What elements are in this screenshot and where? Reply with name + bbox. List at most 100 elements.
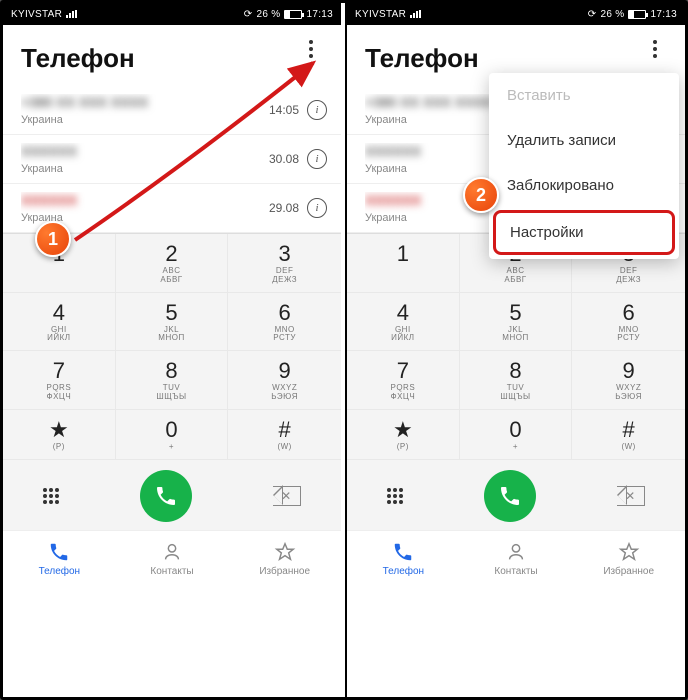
keypad-toggle-icon[interactable] bbox=[43, 488, 59, 504]
dialpad-key-4[interactable]: 4GHIИЙКЛ bbox=[3, 293, 116, 352]
info-icon[interactable]: i bbox=[307, 198, 327, 218]
carrier-label: KYIVSTAR bbox=[11, 9, 62, 20]
dialpad-key-4[interactable]: 4GHIИЙКЛ bbox=[347, 293, 460, 352]
call-region: Украина bbox=[21, 114, 269, 126]
menu-delete-records[interactable]: Удалить записи bbox=[489, 118, 679, 163]
battery-icon bbox=[284, 10, 302, 19]
dialpad-key-★[interactable]: ★(P) bbox=[347, 410, 460, 460]
status-bar: KYIVSTAR ⟳ 26 % 17:13 bbox=[3, 3, 341, 25]
dialpad: 1 2ABCАБВГ3DEFДЕЖЗ4GHIИЙКЛ5JKLМНОП6MNOРС… bbox=[347, 233, 685, 460]
bottom-nav: Телефон Контакты Избранное bbox=[3, 530, 341, 588]
phone-screen-right: KYIVSTAR ⟳ 26 % 17:13 Телефон Вставить У… bbox=[345, 3, 685, 697]
dialpad-key-8[interactable]: 8TUVШЩЪЫ bbox=[116, 351, 229, 410]
battery-icon bbox=[628, 10, 646, 19]
dialpad-key-1[interactable]: 1 bbox=[347, 234, 460, 293]
menu-blocked[interactable]: Заблокировано bbox=[489, 163, 679, 208]
nav-label: Контакты bbox=[150, 566, 193, 577]
call-time: 30.08 bbox=[269, 152, 299, 166]
dialpad-key-5[interactable]: 5JKLМНОП bbox=[116, 293, 229, 352]
dialpad-key-0[interactable]: 0+ bbox=[116, 410, 229, 460]
nav-label: Избранное bbox=[259, 566, 310, 577]
call-number: XXXXXX bbox=[21, 192, 77, 208]
nav-label: Телефон bbox=[39, 566, 80, 577]
call-button[interactable] bbox=[484, 470, 536, 522]
dialpad-controls: ✕ bbox=[347, 460, 685, 530]
x-icon: ✕ bbox=[625, 489, 635, 503]
keypad-toggle-icon[interactable] bbox=[387, 488, 403, 504]
page-title: Телефон bbox=[365, 43, 479, 74]
dialpad-key-#[interactable]: #(W) bbox=[228, 410, 341, 460]
phone-icon bbox=[498, 484, 522, 508]
dialpad-key-0[interactable]: 0+ bbox=[460, 410, 573, 460]
rotate-icon: ⟳ bbox=[244, 9, 253, 20]
dialpad-key-5[interactable]: 5JKLМНОП bbox=[460, 293, 573, 352]
call-region: Украина bbox=[21, 163, 269, 175]
info-icon[interactable]: i bbox=[307, 100, 327, 120]
annotation-marker-2: 2 bbox=[463, 177, 499, 213]
bottom-nav: Телефон Контакты Избранное bbox=[347, 530, 685, 588]
call-button[interactable] bbox=[140, 470, 192, 522]
annotation-marker-1: 1 bbox=[35, 221, 71, 257]
call-log: +380 XX XXX XXXX Украина 14:05 i XXXXXX … bbox=[3, 86, 341, 233]
contacts-icon bbox=[505, 541, 527, 563]
clock: 17:13 bbox=[650, 9, 677, 20]
dialpad-key-#[interactable]: #(W) bbox=[572, 410, 685, 460]
kebab-icon bbox=[309, 40, 313, 58]
more-menu-button[interactable] bbox=[299, 37, 323, 61]
battery-pct: 26 % bbox=[600, 9, 624, 20]
backspace-button[interactable]: ✕ bbox=[617, 486, 645, 506]
x-icon: ✕ bbox=[281, 489, 291, 503]
nav-phone[interactable]: Телефон bbox=[347, 531, 460, 588]
dialpad: 1 2ABCАБВГ3DEFДЕЖЗ4GHIИЙКЛ5JKLМНОП6MNOРС… bbox=[3, 233, 341, 460]
dialpad-key-8[interactable]: 8TUVШЩЪЫ bbox=[460, 351, 573, 410]
header: Телефон Вставить Удалить записи Заблокир… bbox=[347, 25, 685, 86]
call-row[interactable]: +380 XX XXX XXXX Украина 14:05 i bbox=[3, 86, 341, 135]
dialpad-key-6[interactable]: 6MNOРСТУ bbox=[228, 293, 341, 352]
menu-settings[interactable]: Настройки bbox=[493, 210, 675, 255]
contacts-icon bbox=[161, 541, 183, 563]
dialpad-key-3[interactable]: 3DEFДЕЖЗ bbox=[228, 234, 341, 293]
dialpad-key-7[interactable]: 7PQRSФХЦЧ bbox=[3, 351, 116, 410]
dialpad-controls: ✕ bbox=[3, 460, 341, 530]
nav-phone[interactable]: Телефон bbox=[3, 531, 116, 588]
header: Телефон bbox=[3, 25, 341, 86]
backspace-button[interactable]: ✕ bbox=[273, 486, 301, 506]
nav-contacts[interactable]: Контакты bbox=[460, 531, 573, 588]
kebab-icon bbox=[653, 40, 657, 58]
nav-contacts[interactable]: Контакты bbox=[116, 531, 229, 588]
info-icon[interactable]: i bbox=[307, 149, 327, 169]
more-menu-button[interactable] bbox=[643, 37, 667, 61]
page-title: Телефон bbox=[21, 43, 135, 74]
call-number: XXXXXX bbox=[21, 143, 77, 159]
dialpad-key-9[interactable]: 9WXYZЬЭЮЯ bbox=[228, 351, 341, 410]
phone-tab-icon bbox=[48, 541, 70, 563]
nav-label: Телефон bbox=[383, 566, 424, 577]
clock: 17:13 bbox=[306, 9, 333, 20]
signal-icon bbox=[66, 10, 78, 18]
dialpad-key-★[interactable]: ★(P) bbox=[3, 410, 116, 460]
call-row[interactable]: XXXXXX Украина 30.08 i bbox=[3, 135, 341, 184]
call-number: XXXXXX bbox=[365, 192, 421, 208]
star-icon bbox=[618, 541, 640, 563]
phone-tab-icon bbox=[392, 541, 414, 563]
dialpad-key-2[interactable]: 2ABCАБВГ bbox=[116, 234, 229, 293]
status-bar: KYIVSTAR ⟳ 26 % 17:13 bbox=[347, 3, 685, 25]
dialpad-key-6[interactable]: 6MNOРСТУ bbox=[572, 293, 685, 352]
overflow-menu: Вставить Удалить записи Заблокировано На… bbox=[489, 73, 679, 259]
nav-favorites[interactable]: Избранное bbox=[228, 531, 341, 588]
dialpad-key-7[interactable]: 7PQRSФХЦЧ bbox=[347, 351, 460, 410]
carrier-label: KYIVSTAR bbox=[355, 9, 406, 20]
call-number: XXXXXX bbox=[365, 143, 421, 159]
rotate-icon: ⟳ bbox=[588, 9, 597, 20]
phone-screen-left: KYIVSTAR ⟳ 26 % 17:13 Телефон +380 XX XX… bbox=[3, 3, 341, 697]
call-number: +380 XX XXX XXXX bbox=[21, 94, 148, 110]
nav-favorites[interactable]: Избранное bbox=[572, 531, 685, 588]
nav-label: Контакты bbox=[494, 566, 537, 577]
phone-icon bbox=[154, 484, 178, 508]
dialpad-key-9[interactable]: 9WXYZЬЭЮЯ bbox=[572, 351, 685, 410]
signal-icon bbox=[410, 10, 422, 18]
menu-paste: Вставить bbox=[489, 73, 679, 118]
nav-label: Избранное bbox=[603, 566, 654, 577]
call-number: +380 XX XXX XXXX bbox=[365, 94, 492, 110]
star-icon bbox=[274, 541, 296, 563]
